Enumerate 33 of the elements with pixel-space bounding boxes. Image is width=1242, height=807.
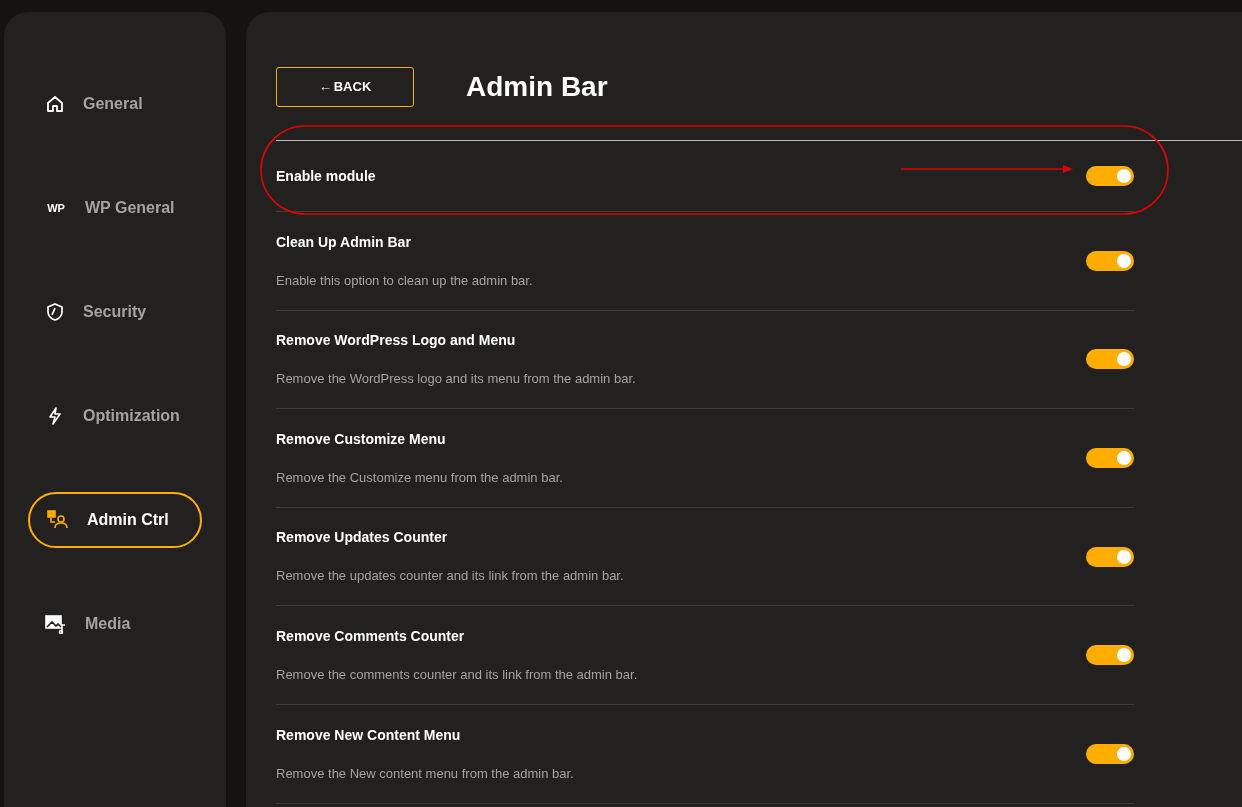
sidebar-item[interactable]: Admin Ctrl bbox=[28, 492, 202, 548]
option-description: Remove the WordPress logo and its menu from the admin bar. bbox=[276, 370, 636, 389]
sidebar-item[interactable]: Optimization bbox=[28, 388, 202, 444]
option-title: Remove Updates Counter bbox=[276, 528, 449, 548]
option-description: Enable this option to clean up the admin bar. bbox=[276, 271, 533, 290]
option-description: Remove the New content menu from the admin bar. bbox=[276, 764, 574, 783]
wp-icon: WP bbox=[45, 199, 67, 217]
back-button[interactable]: ←BACK bbox=[276, 67, 414, 107]
image-music-icon bbox=[45, 614, 67, 634]
enable-module-label: Enable module bbox=[276, 166, 376, 186]
toggle-switch[interactable] bbox=[1086, 743, 1134, 764]
toggle-switch[interactable] bbox=[1086, 250, 1134, 271]
toggle-switch[interactable] bbox=[1086, 448, 1134, 468]
option-description: Remove the comments counter and its link from the admin bar. bbox=[276, 665, 638, 684]
page-title: Admin Bar bbox=[466, 70, 608, 104]
option-description: Remove the updates counter and its link from the admin bar. bbox=[276, 567, 624, 586]
option-description: Remove the Customize menu from the admin bar. bbox=[276, 468, 563, 487]
toggle-switch[interactable] bbox=[1086, 349, 1134, 370]
sidebar-item[interactable]: Media bbox=[28, 596, 202, 652]
home-icon bbox=[45, 94, 65, 114]
option-title: Remove WordPress Logo and Menu bbox=[276, 331, 517, 351]
toggle-switch[interactable] bbox=[1086, 166, 1134, 186]
sidebar-item[interactable]: WP WP General bbox=[28, 180, 202, 236]
toggle-switch[interactable] bbox=[1086, 546, 1134, 567]
sidebar-item[interactable]: Security bbox=[28, 284, 202, 340]
shield-icon bbox=[45, 302, 65, 322]
option-title: Remove New Content Menu bbox=[276, 725, 462, 745]
users-icon bbox=[47, 510, 69, 530]
sidebar-item[interactable]: General bbox=[28, 76, 202, 132]
option-title: Clean Up Admin Bar bbox=[276, 232, 412, 252]
toggle-switch[interactable] bbox=[1086, 645, 1134, 666]
option-title: Remove Comments Counter bbox=[276, 626, 466, 646]
option-title: Remove Customize Menu bbox=[276, 429, 447, 449]
